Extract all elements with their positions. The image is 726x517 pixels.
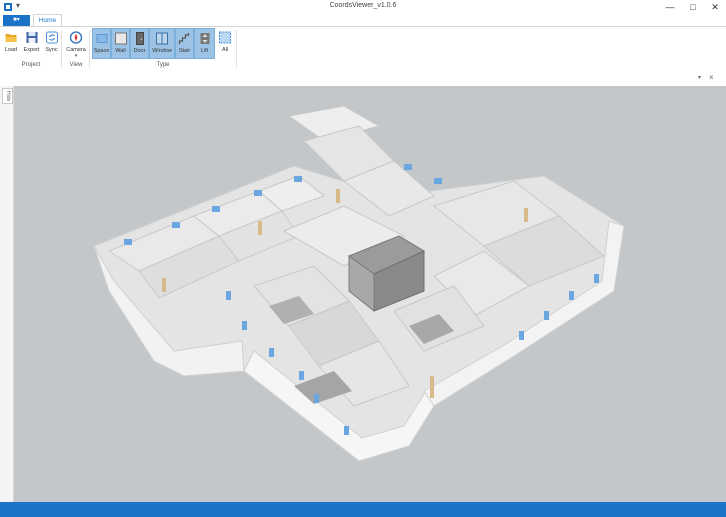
door [162, 278, 166, 292]
save-export-icon [25, 31, 38, 44]
lift-label: Lift [200, 48, 209, 54]
all-label: All [221, 47, 229, 53]
select-all-button[interactable]: All [216, 28, 234, 59]
ribbon: Load Export Sync Project Camera ▾ View S… [0, 26, 726, 72]
door [258, 221, 262, 235]
export-button[interactable]: Export [21, 28, 42, 59]
type-group-label: Type [156, 62, 170, 68]
document-pin-dropdown-icon[interactable]: ▾ [698, 74, 701, 81]
space-label: Space [93, 48, 110, 54]
load-button[interactable]: Load [2, 28, 20, 59]
view-group-label: View [69, 62, 83, 68]
window [544, 311, 549, 320]
window [172, 222, 180, 228]
lift-icon [198, 32, 211, 45]
window-toggle-button[interactable]: Window [149, 28, 175, 59]
window [569, 291, 574, 300]
door-icon [133, 32, 146, 45]
camera-dropdown-icon: ▾ [74, 53, 78, 59]
compass-camera-icon [69, 31, 83, 44]
stair-label: Stair [178, 48, 191, 54]
door [336, 189, 340, 203]
window [299, 371, 304, 380]
stair-icon [178, 32, 191, 45]
window [294, 176, 302, 182]
project-group-label: Project [21, 62, 41, 68]
ribbon-tab-bar: ■▾ Home [0, 14, 726, 26]
space-toggle-button[interactable]: Space [92, 28, 111, 59]
window [314, 394, 319, 403]
lift-toggle-button[interactable]: Lift [194, 28, 215, 59]
wall-icon [114, 32, 127, 45]
window-title: CoordsViewer_v1.0.6 [329, 2, 397, 9]
side-panel-tab[interactable]: Hide [2, 88, 13, 104]
title-bar: ▾ CoordsViewer_v1.0.6 — □ ✕ [0, 0, 726, 15]
building-model [93, 105, 625, 462]
close-button[interactable]: ✕ [707, 0, 723, 14]
sync-label: Sync [45, 47, 58, 53]
window-label: Window [152, 48, 172, 54]
folder-open-icon [5, 31, 18, 44]
space-icon [95, 32, 108, 45]
window [269, 348, 274, 357]
side-panel: Hide [0, 86, 14, 502]
minimize-button[interactable]: — [662, 0, 678, 14]
status-bar [0, 502, 726, 517]
sync-icon [45, 31, 58, 44]
wall-toggle-button[interactable]: Wall [111, 28, 130, 59]
3d-viewport[interactable] [14, 86, 726, 502]
door [524, 208, 528, 222]
document-close-button[interactable]: × [709, 73, 714, 82]
sync-button[interactable]: Sync [43, 28, 60, 59]
stair-toggle-button[interactable]: Stair [175, 28, 194, 59]
door-toggle-button[interactable]: Door [130, 28, 149, 59]
group-separator [89, 30, 90, 68]
window-icon [156, 32, 169, 45]
door [430, 376, 434, 398]
window [344, 426, 349, 435]
window [212, 206, 220, 212]
group-separator [61, 30, 62, 68]
document-header: ▾ × [0, 71, 726, 87]
file-menu-tab[interactable]: ■▾ [3, 15, 30, 26]
group-separator [236, 30, 237, 68]
camera-button[interactable]: Camera ▾ [64, 28, 88, 59]
window [242, 321, 247, 330]
window [404, 164, 412, 170]
export-label: Export [23, 47, 40, 53]
maximize-button[interactable]: □ [685, 0, 701, 14]
window [594, 274, 599, 283]
window [226, 291, 231, 300]
window [254, 190, 262, 196]
select-all-icon [219, 31, 232, 44]
window [124, 239, 132, 245]
window [434, 178, 442, 184]
load-label: Load [4, 47, 18, 53]
window [519, 331, 524, 340]
tab-home[interactable]: Home [33, 14, 62, 26]
door-label: Door [133, 48, 146, 54]
wall-label: Wall [115, 48, 126, 54]
